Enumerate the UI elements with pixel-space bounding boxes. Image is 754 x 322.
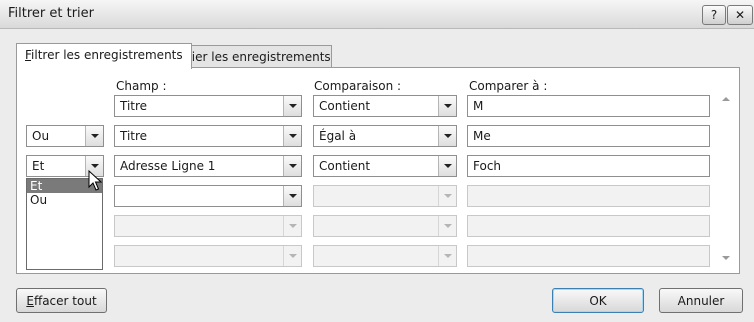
cancel-button[interactable]: Annuler xyxy=(659,288,743,313)
compare-to-input-row-6 xyxy=(467,245,710,267)
chevron-down-icon xyxy=(438,216,456,236)
chevron-down-icon[interactable] xyxy=(283,126,301,146)
field-select-row-6 xyxy=(114,245,302,267)
operator-value: Ou xyxy=(32,129,50,143)
chevron-down-icon xyxy=(438,246,456,266)
field-value: Adresse Ligne 1 xyxy=(120,159,216,173)
clear-all-button[interactable]: Effacer tout xyxy=(16,288,107,313)
chevron-down-icon[interactable] xyxy=(438,126,456,146)
field-value: Titre xyxy=(120,99,148,113)
compare-value: Foch xyxy=(473,159,502,173)
chevron-down-icon[interactable] xyxy=(283,156,301,176)
title-bar: Filtrer et trier ? ✕ xyxy=(0,0,754,29)
field-select-row-4[interactable] xyxy=(114,185,302,207)
scroll-down-icon[interactable] xyxy=(722,256,730,260)
chevron-down-icon[interactable] xyxy=(438,96,456,116)
compare-to-input-row-4 xyxy=(467,185,710,207)
tab-sort-records[interactable]: Trier les enregistrements xyxy=(180,45,332,68)
compare-value: Me xyxy=(473,129,491,143)
field-value: Titre xyxy=(120,129,148,143)
ok-button[interactable]: OK xyxy=(552,288,644,313)
chevron-down-icon xyxy=(438,186,456,206)
compare-to-input-row-1[interactable]: M xyxy=(467,95,710,117)
chevron-down-icon xyxy=(283,216,301,236)
comparison-select-row-3[interactable]: Contient xyxy=(313,155,457,177)
scroll-up-icon[interactable] xyxy=(722,97,730,101)
chevron-down-icon[interactable] xyxy=(283,186,301,206)
close-button[interactable]: ✕ xyxy=(727,5,753,25)
compare-to-input-row-5 xyxy=(467,215,710,237)
clear-label: ffacer tout xyxy=(33,294,97,308)
comparison-value: Contient xyxy=(319,99,371,113)
field-select-row-5 xyxy=(114,215,302,237)
chevron-down-icon[interactable] xyxy=(438,156,456,176)
mouse-cursor-icon xyxy=(88,170,102,191)
compare-to-header: Comparer à : xyxy=(469,79,548,93)
comparison-select-row-5 xyxy=(313,215,457,237)
window-title: Filtrer et trier xyxy=(8,6,95,21)
comparison-select-row-1[interactable]: Contient xyxy=(313,95,457,117)
compare-value: M xyxy=(473,99,484,113)
comparison-value: Égal à xyxy=(319,129,357,143)
comparison-select-row-2[interactable]: Égal à xyxy=(313,125,457,147)
comparison-value: Contient xyxy=(319,159,371,173)
compare-to-input-row-2[interactable]: Me xyxy=(467,125,710,147)
operator-select-row-2[interactable]: Ou xyxy=(26,125,104,147)
field-select-row-1[interactable]: Titre xyxy=(114,95,302,117)
chevron-down-icon[interactable] xyxy=(85,126,103,146)
compare-to-input-row-3[interactable]: Foch xyxy=(467,155,710,177)
tab-filter-label: iltrer les enregistrements xyxy=(31,48,183,62)
comparison-select-row-4 xyxy=(313,185,457,207)
field-header: Champ : xyxy=(116,79,167,93)
field-select-row-3[interactable]: Adresse Ligne 1 xyxy=(114,155,302,177)
tab-filter-records[interactable]: Filtrer les enregistrements xyxy=(16,43,192,69)
comparison-select-row-6 xyxy=(313,245,457,267)
comparison-header: Comparaison : xyxy=(314,79,402,93)
help-button[interactable]: ? xyxy=(702,5,726,25)
clear-mnemonic: E xyxy=(26,294,34,308)
dropdown-option-ou[interactable]: Ou xyxy=(27,193,102,207)
vertical-scrollbar[interactable] xyxy=(718,91,735,269)
field-select-row-2[interactable]: Titre xyxy=(114,125,302,147)
chevron-down-icon xyxy=(283,246,301,266)
chevron-down-icon[interactable] xyxy=(283,96,301,116)
operator-value: Et xyxy=(32,159,45,173)
